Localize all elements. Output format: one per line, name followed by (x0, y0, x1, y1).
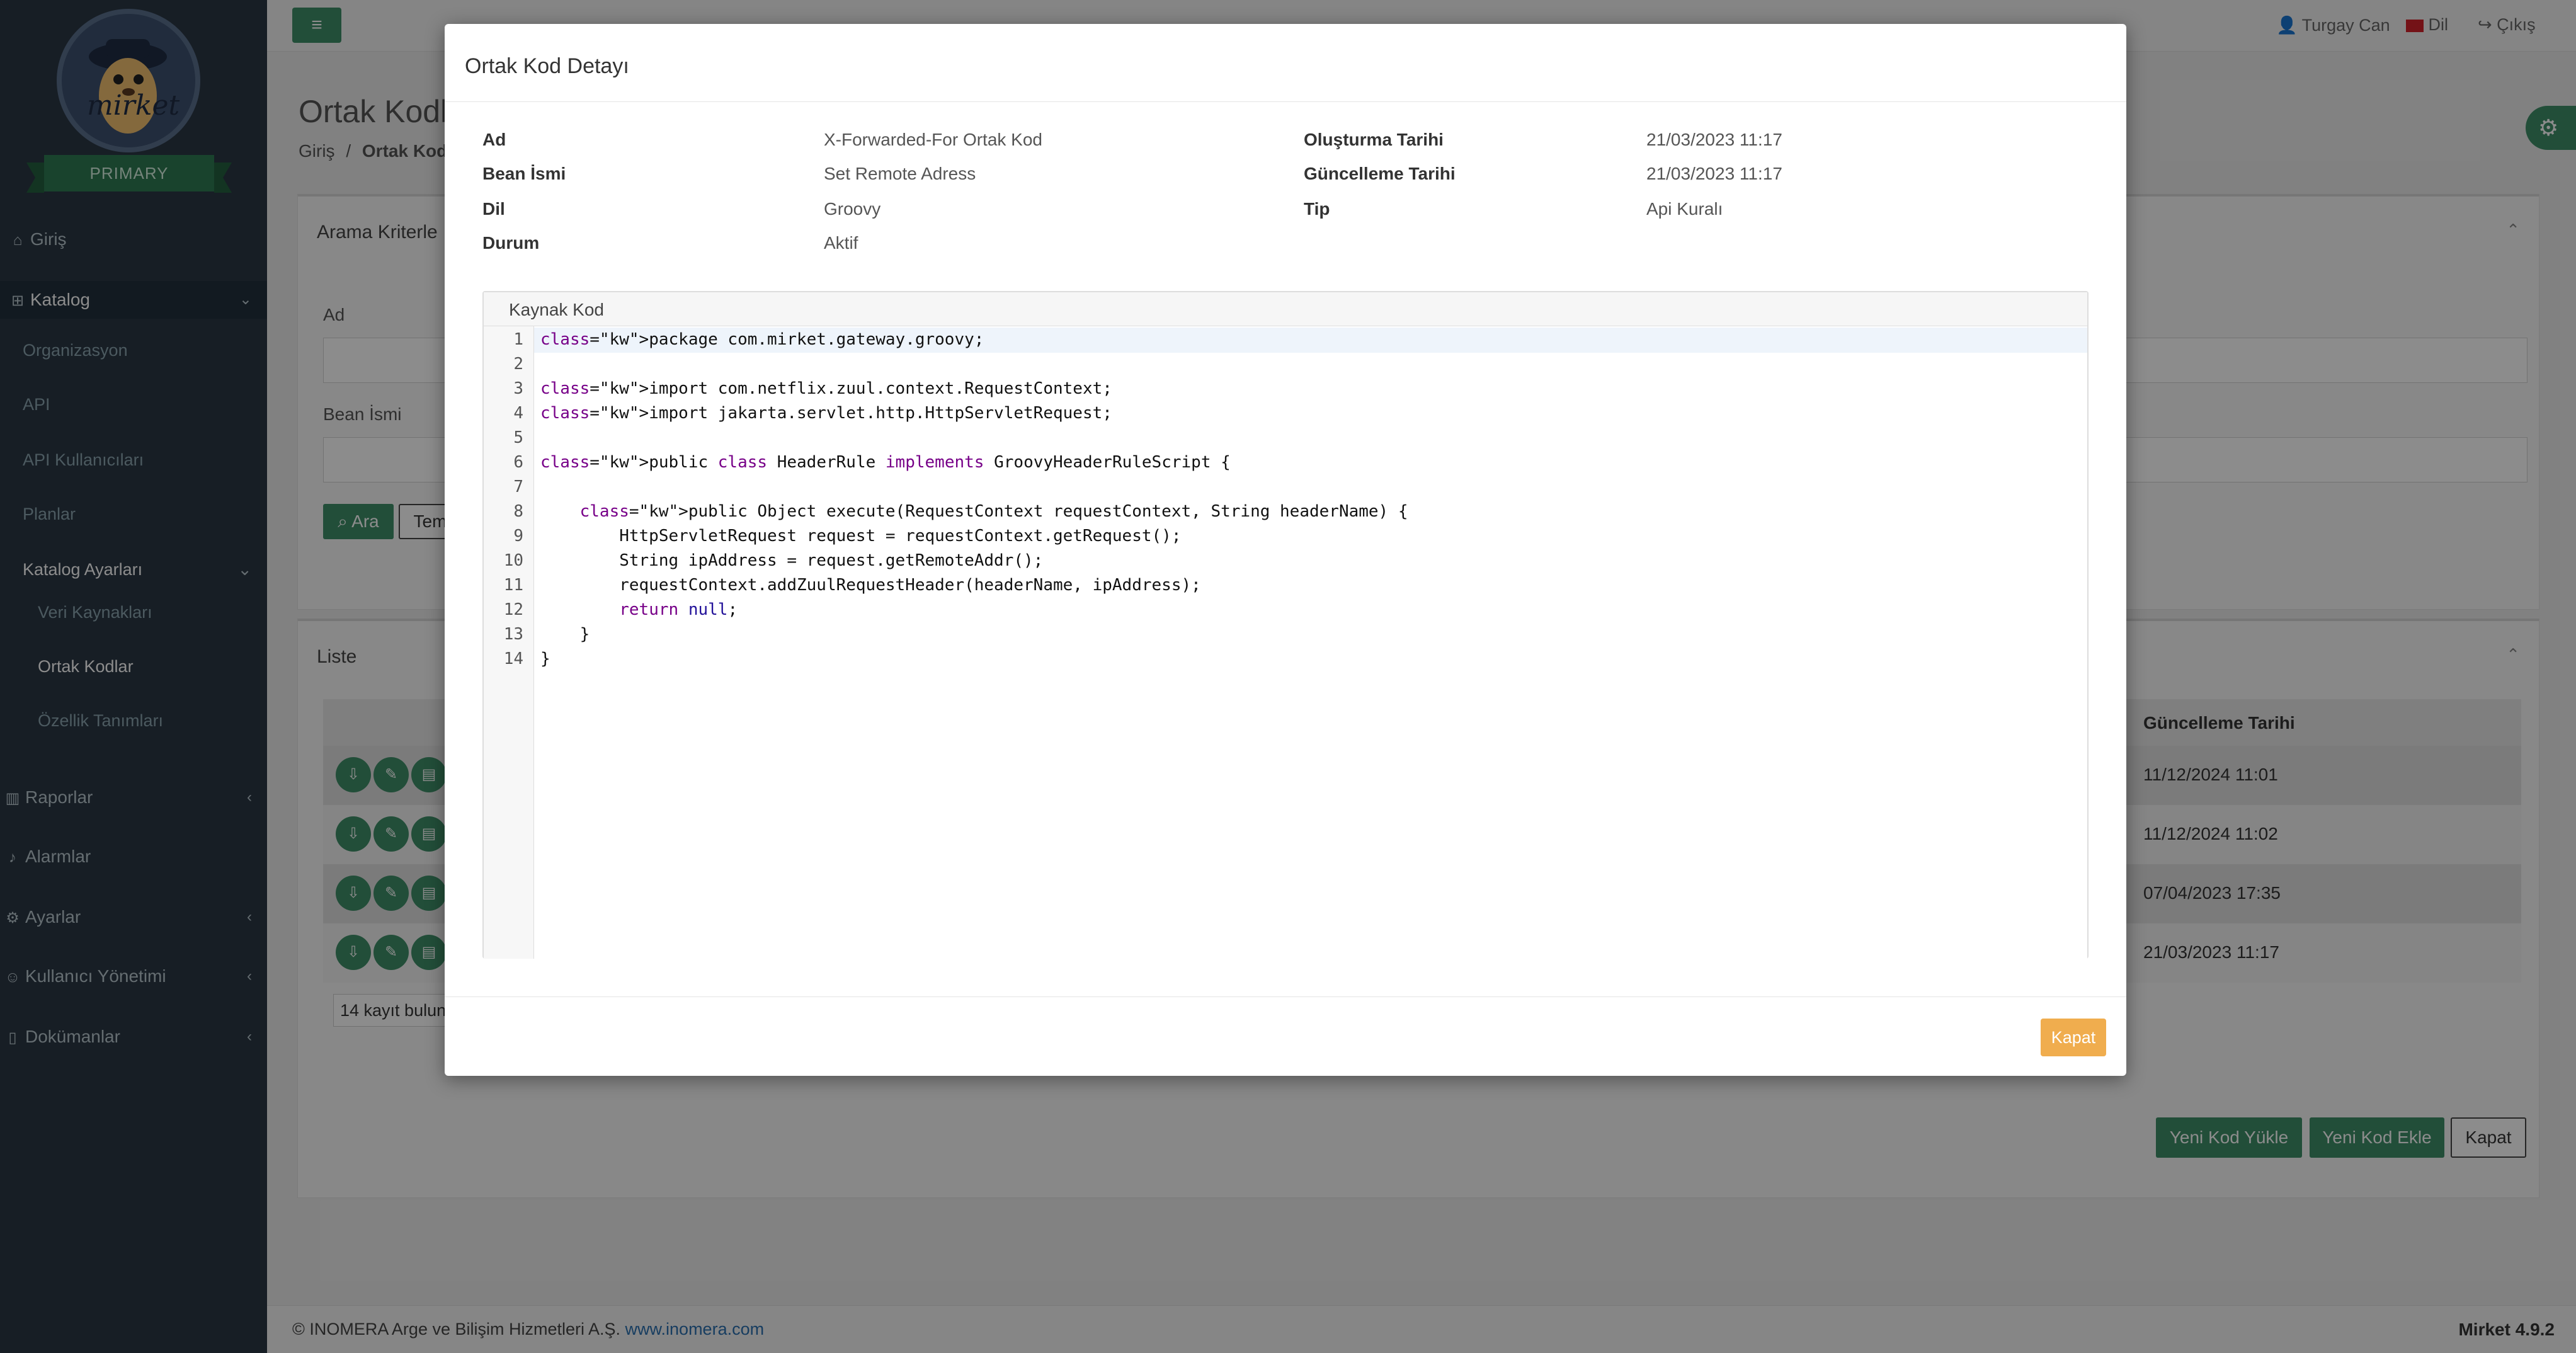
line-number: 2 (513, 355, 523, 374)
code-line: class="kw">import com.netflix.zuul.conte… (540, 379, 1112, 398)
code-line: class="kw">public Object execute(Request… (579, 502, 1408, 521)
code-line: return null; (619, 600, 738, 619)
modal-header: Ortak Kod Detayı (445, 24, 2126, 102)
code-line: HttpServletRequest request = requestCont… (540, 527, 1182, 545)
modal-close-button[interactable]: Kapat (2041, 1019, 2106, 1056)
modal-footer: Kapat (445, 996, 2126, 1076)
modal-title: Ortak Kod Detayı (465, 54, 629, 78)
line-number-gutter: 1 2 3 4 5 6 7 8 9 10 11 12 13 14 (484, 326, 534, 959)
bean-value: Set Remote Adress (824, 164, 976, 183)
code-line: class="kw">import jakarta.servlet.http.H… (540, 404, 1112, 423)
language-value: Groovy (824, 199, 881, 219)
source-code-panel: Kaynak Kod 1 2 3 4 5 6 7 8 9 10 11 12 13… (482, 291, 2089, 959)
updated-value: 21/03/2023 11:17 (1646, 164, 1782, 183)
code-line: class="kw">package com.mirket.gateway.gr… (540, 330, 984, 349)
code-line: String ipAddress = request.getRemoteAddr… (540, 551, 1044, 570)
source-code-title: Kaynak Kod (509, 300, 604, 319)
status-value: Aktif (824, 233, 858, 253)
type-label: Tip (1304, 199, 1330, 219)
line-number: 11 (503, 576, 523, 595)
updated-label: Güncelleme Tarihi (1304, 164, 1456, 183)
line-number: 8 (513, 502, 523, 521)
code-line: } (540, 625, 590, 644)
line-number: 7 (513, 477, 523, 496)
created-label: Oluşturma Tarihi (1304, 130, 1444, 149)
language-label: Dil (482, 199, 505, 219)
line-number: 9 (513, 527, 523, 545)
name-label: Ad (482, 130, 506, 149)
type-value: Api Kuralı (1646, 199, 1723, 219)
code-detail-modal: Ortak Kod Detayı Ad X-Forwarded-For Orta… (445, 24, 2126, 1076)
code-editor[interactable]: 1 2 3 4 5 6 7 8 9 10 11 12 13 14 class="… (484, 326, 2087, 959)
line-number: 6 (513, 453, 523, 472)
source-code-header: Kaynak Kod (484, 292, 2087, 326)
line-number: 12 (503, 600, 523, 619)
line-number: 4 (513, 404, 523, 423)
line-number: 5 (513, 428, 523, 447)
line-number: 13 (503, 625, 523, 644)
line-number: 14 (503, 649, 523, 668)
line-number: 1 (513, 330, 523, 349)
code-line: class="kw">public class HeaderRule imple… (540, 453, 1231, 472)
line-number: 10 (503, 551, 523, 570)
code-line: } (540, 649, 550, 668)
bean-label: Bean İsmi (482, 164, 566, 183)
code-line: requestContext.addZuulRequestHeader(head… (540, 576, 1201, 595)
created-value: 21/03/2023 11:17 (1646, 130, 1782, 149)
status-label: Durum (482, 233, 540, 253)
line-number: 3 (513, 379, 523, 398)
name-value: X-Forwarded-For Ortak Kod (824, 130, 1042, 149)
